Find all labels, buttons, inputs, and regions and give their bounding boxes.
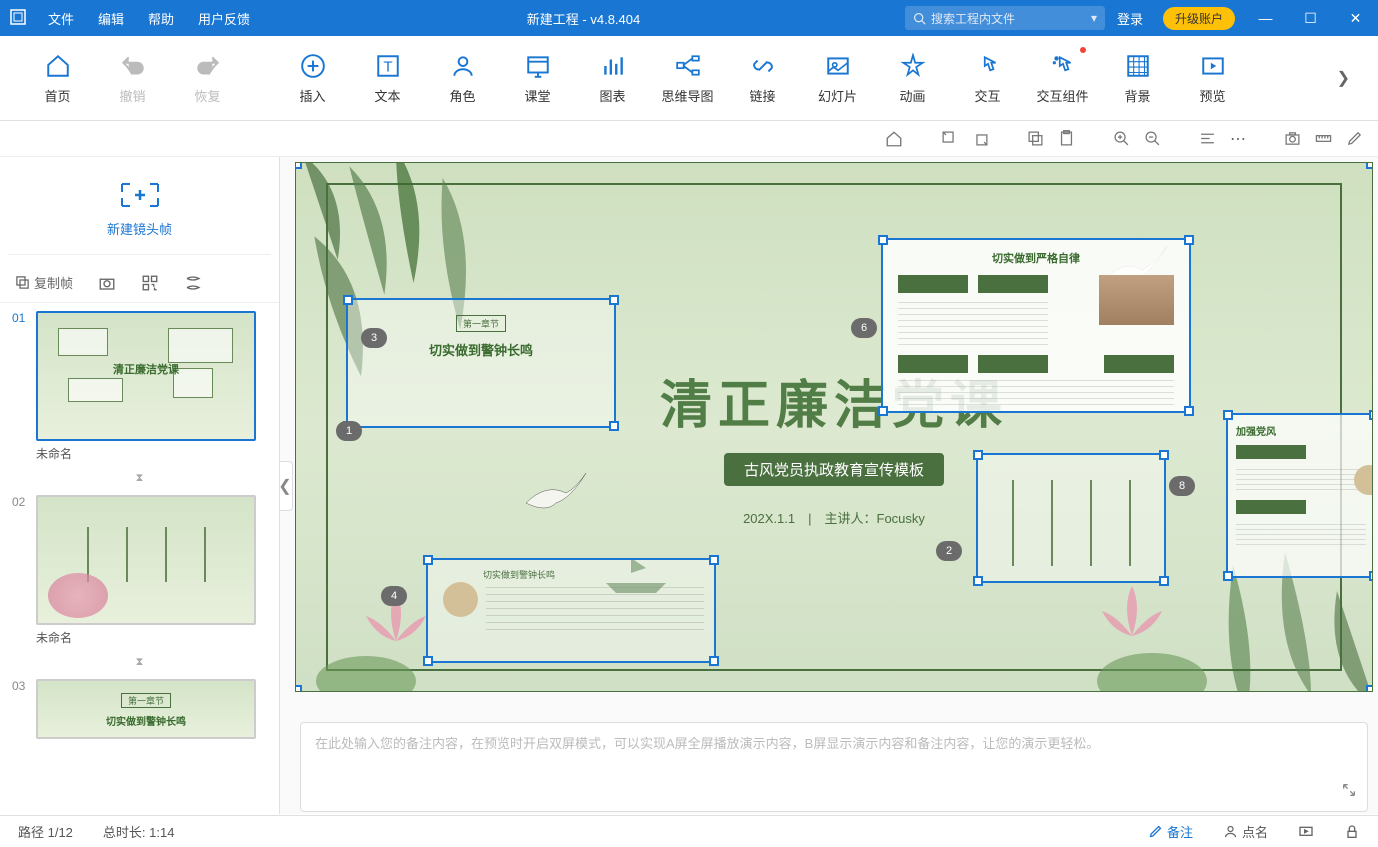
sel-handle-br[interactable]	[1366, 685, 1373, 692]
thumb-03[interactable]: 03 第一章节 切实做到警钟长鸣	[0, 671, 279, 747]
status-notes-button[interactable]: 备注	[1148, 822, 1193, 841]
sidebar-path-icon[interactable]	[184, 274, 202, 292]
notes-expand-icon[interactable]	[1341, 782, 1357, 801]
sb-ruler-icon[interactable]	[1315, 130, 1332, 147]
thumb-01-image: 清正廉洁党课	[36, 311, 256, 441]
status-lock-icon[interactable]	[1344, 824, 1360, 840]
sel-handle-tl[interactable]	[295, 162, 302, 169]
thumb-timer-icon: ⧗	[0, 472, 279, 485]
status-duration: 总时长: 1:14	[103, 822, 175, 841]
plus-icon	[120, 182, 160, 214]
sidebar-qr-icon[interactable]	[141, 274, 159, 292]
tool-class[interactable]: 课堂	[500, 43, 575, 113]
menu-help[interactable]: 帮助	[136, 9, 186, 28]
app-icon	[0, 9, 36, 28]
sidebar-collapse-button[interactable]: ❮	[280, 461, 293, 511]
frame-badge-3: 3	[361, 328, 387, 348]
sb-align-icon[interactable]	[1199, 130, 1216, 147]
lotus-decoration-r	[1072, 581, 1232, 692]
search-input[interactable]: 搜索工程内文件 ▾	[905, 6, 1105, 30]
minimize-button[interactable]: —	[1243, 10, 1288, 26]
sel-handle-tr[interactable]	[1366, 162, 1373, 169]
tool-undo[interactable]: 撤销	[95, 43, 170, 113]
statusbar: 路径 1/12 总时长: 1:14 备注 点名	[0, 815, 1378, 847]
search-icon	[913, 12, 926, 25]
menu-file[interactable]: 文件	[36, 9, 86, 28]
tool-widget[interactable]: 交互组件	[1025, 43, 1100, 113]
titlebar: 文件 编辑 帮助 用户反馈 新建工程 - v4.8.404 搜索工程内文件 ▾ …	[0, 0, 1378, 36]
slide-canvas[interactable]: 清正廉洁党课 古风党员执政教育宣传模板 202X.1.1 | 主讲人：Focus…	[295, 162, 1373, 692]
status-roll-button[interactable]: 点名	[1223, 822, 1268, 841]
sb-camera-icon[interactable]	[1284, 130, 1301, 147]
sb-paste-icon[interactable]	[1058, 130, 1075, 147]
sel-handle-bl[interactable]	[295, 685, 302, 692]
new-frame-button[interactable]: 新建镜头帧	[8, 165, 271, 255]
thumb-02-image	[36, 495, 256, 625]
window-title: 新建工程 - v4.8.404	[262, 9, 905, 28]
sidebar-camera-icon[interactable]	[98, 274, 116, 292]
tool-slide[interactable]: 幻灯片	[800, 43, 875, 113]
tool-chart[interactable]: 图表	[575, 43, 650, 113]
menu-feedback[interactable]: 用户反馈	[186, 9, 262, 28]
upgrade-button[interactable]: 升级账户	[1163, 7, 1235, 30]
close-button[interactable]: ✕	[1333, 10, 1378, 27]
tool-link[interactable]: 链接	[725, 43, 800, 113]
frame-badge-1: 1	[336, 421, 362, 441]
slide-info: 202X.1.1 | 主讲人：Focusky	[296, 508, 1372, 527]
mini-frame-3[interactable]: 第一章节 切实做到警钟长鸣	[346, 298, 616, 428]
thumb-01[interactable]: 01 清正廉洁党课 未命名	[0, 303, 279, 470]
svg-text:T: T	[383, 58, 392, 75]
canvas-area: ❮	[280, 157, 1378, 814]
sb-undo-icon[interactable]	[941, 130, 958, 147]
mini-frame-6[interactable]: 切实做到严格自律	[881, 238, 1191, 413]
mini-frame-4[interactable]: 切实做到警钟长鸣	[426, 558, 716, 663]
tool-role[interactable]: 角色	[425, 43, 500, 113]
notes-area[interactable]: 在此处输入您的备注内容，在预览时开启双屏模式，可以实现A屏全屏播放演示内容，B屏…	[300, 722, 1368, 812]
status-present-icon[interactable]	[1298, 824, 1314, 840]
sb-more-icon[interactable]: ⋯	[1230, 129, 1246, 149]
tool-insert[interactable]: 插入	[275, 43, 350, 113]
tool-redo[interactable]: 恢复	[170, 43, 245, 113]
sb-redo-icon[interactable]	[972, 130, 989, 147]
mini-frame-8[interactable]: 加强党风	[1226, 413, 1373, 578]
tool-bg[interactable]: 背景	[1100, 43, 1175, 113]
sb-home-icon[interactable]	[885, 130, 903, 148]
tool-interact[interactable]: 交互	[950, 43, 1025, 113]
toolbar-scroll-right[interactable]: ❯	[1329, 68, 1358, 88]
tool-preview[interactable]: 预览	[1175, 43, 1250, 113]
frame-badge-6: 6	[851, 318, 877, 338]
slide-subtitle: 古风党员执政教育宣传模板	[724, 453, 944, 486]
frame-badge-2: 2	[936, 541, 962, 561]
main-area: 新建镜头帧 复制帧 01 清正廉洁党课 未命名	[0, 157, 1378, 814]
tool-home[interactable]: 首页	[20, 43, 95, 113]
secondary-toolbar: ⋯	[0, 121, 1378, 157]
toolbar: 首页 撤销 恢复 插入 T文本 角色 课堂 图表 思维导图 链接 幻灯片 动画 …	[0, 36, 1378, 121]
sidebar: 新建镜头帧 复制帧 01 清正廉洁党课 未命名	[0, 157, 280, 814]
sb-zoomout-icon[interactable]	[1144, 130, 1161, 147]
sb-edit-icon[interactable]	[1346, 130, 1363, 147]
frame-badge-8: 8	[1169, 476, 1195, 496]
tool-mindmap[interactable]: 思维导图	[650, 43, 725, 113]
sb-zoomin-icon[interactable]	[1113, 130, 1130, 147]
frame-badge-4: 4	[381, 586, 407, 606]
search-dropdown-icon[interactable]: ▾	[1091, 11, 1097, 25]
copy-frame-button[interactable]: 复制帧	[15, 273, 73, 292]
maximize-button[interactable]: ☐	[1288, 10, 1333, 27]
sb-copy-icon[interactable]	[1027, 130, 1044, 147]
menu-edit[interactable]: 编辑	[86, 9, 136, 28]
thumb-03-image: 第一章节 切实做到警钟长鸣	[36, 679, 256, 739]
login-button[interactable]: 登录	[1105, 9, 1155, 28]
thumb-timer-icon-2: ⧗	[0, 656, 279, 669]
mini-frame-2[interactable]	[976, 453, 1166, 583]
tool-anim[interactable]: 动画	[875, 43, 950, 113]
tool-text[interactable]: T文本	[350, 43, 425, 113]
thumb-02[interactable]: 02 未命名	[0, 487, 279, 654]
sidebar-tools: 复制帧	[0, 263, 279, 303]
status-path: 路径 1/12	[18, 822, 73, 841]
